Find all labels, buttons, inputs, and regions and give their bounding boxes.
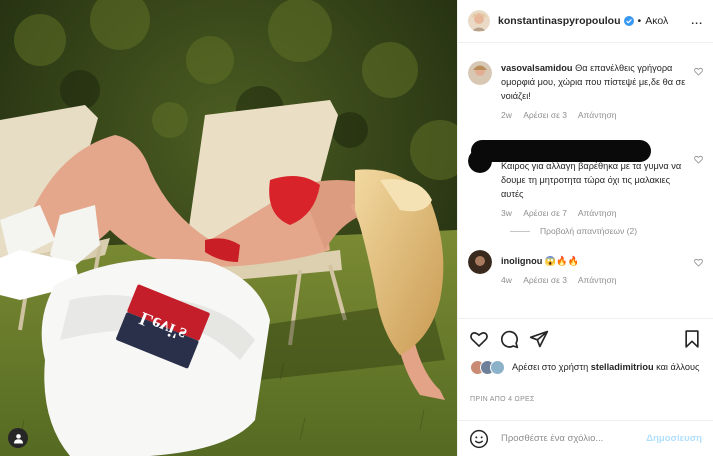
photo-scene [0,0,457,456]
replies-divider [510,230,530,232]
commenter-avatar[interactable] [468,149,492,173]
share-icon[interactable] [529,329,549,349]
follow-dot: • [637,15,642,27]
comment-item: inolignou 😱🔥🔥 4w Αρέσει σε 3 Απάντηση [458,250,713,287]
comment-time[interactable]: 4w [501,275,512,285]
comment-likes[interactable]: Αρέσει σε 3 [523,275,567,285]
reply-button[interactable]: Απάντηση [578,110,617,120]
post-header: konstantinaspyropoulou • Ακολ ... [458,0,713,43]
commenter-avatar[interactable] [468,61,492,85]
comment-username[interactable]: inolignou [501,256,542,266]
like-comment-heart-icon[interactable] [694,258,703,267]
reply-button[interactable]: Απάντηση [578,208,617,218]
header-username[interactable]: konstantinaspyropoulou [498,15,621,27]
bookmark-icon[interactable] [682,329,702,349]
comment-text: 😱🔥🔥 [544,256,580,266]
liker-avatars [470,360,505,375]
reply-button[interactable]: Απάντηση [578,275,617,285]
comments-list[interactable]: vasovalsamidou Θα επανέλθεις γρήγορα ομο… [458,43,713,316]
comment-text: Καιρος για αλλαγη βαρέθηκα με τα γυμνα ν… [501,161,682,199]
comment-likes[interactable]: Αρέσει σε 3 [523,110,567,120]
verified-badge-icon [623,16,634,26]
more-options-button[interactable]: ... [685,15,703,27]
post-comment-button[interactable]: Δημοσίευση [646,433,702,444]
post-timestamp[interactable]: ΠΡΙΝ ΑΠΟ 4 ΩΡΕΣ [470,396,535,403]
post-actions [458,318,713,358]
liker-avatar [490,360,505,375]
post-sidebar: konstantinaspyropoulou • Ακολ ... vasova… [457,0,713,456]
view-replies-label: Προβολή απαντήσεων (2) [540,226,638,236]
heart-icon[interactable] [469,329,489,349]
comment-input[interactable] [499,432,647,445]
comment-time[interactable]: 3w [501,208,512,218]
emoji-icon[interactable] [469,429,489,449]
like-comment-heart-icon[interactable] [694,155,703,164]
comment-item: Καιρος για αλλαγη βαρέθηκα με τα γυμνα ν… [458,149,713,220]
user-tag-button[interactable] [8,428,28,448]
likes-user[interactable]: stelladimitriou [591,362,654,372]
likes-prefix: Αρέσει στο χρήστη [512,362,589,372]
follow-button[interactable]: Ακολ [645,15,668,27]
likes-summary: Αρέσει στο χρήστη stelladimitriou και άλ… [470,360,703,375]
profile-avatar[interactable] [468,10,490,32]
like-comment-heart-icon[interactable] [694,67,703,76]
comment-composer: Δημοσίευση [458,420,713,456]
likes-suffix[interactable]: και άλλους [656,362,699,372]
comment-item: vasovalsamidou Θα επανέλθεις γρήγορα ομο… [458,61,713,122]
comment-time[interactable]: 2w [501,110,512,120]
comment-icon[interactable] [499,329,519,349]
comment-likes[interactable]: Αρέσει σε 7 [523,208,567,218]
post-photo[interactable]: Levi's [0,0,457,456]
person-icon [13,433,23,444]
view-replies-button[interactable]: Προβολή απαντήσεων (2) [510,226,713,236]
comment-username[interactable]: vasovalsamidou [501,63,573,73]
commenter-avatar[interactable] [468,250,492,274]
